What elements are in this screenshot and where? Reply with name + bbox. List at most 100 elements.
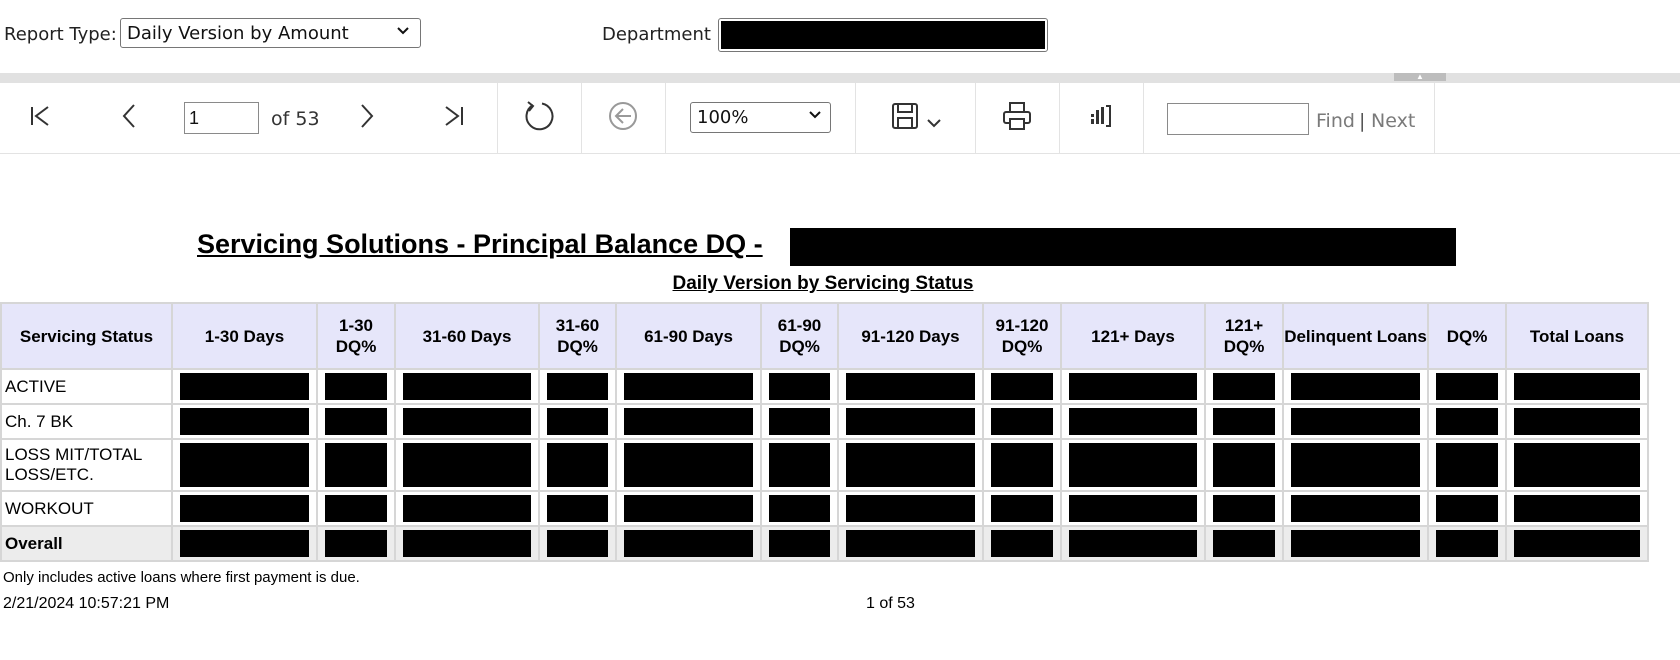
redacted-cell (171, 403, 318, 440)
redaction-block (1069, 443, 1197, 487)
chevron-down-icon (808, 108, 822, 126)
table-row: Overall (0, 525, 1649, 562)
redacted-cell (982, 438, 1062, 492)
redacted-cell (316, 438, 396, 492)
report-type-label: Report Type: (4, 24, 117, 45)
redacted-cell (1427, 490, 1507, 527)
redacted-cell (615, 403, 762, 440)
column-header: 61-90 DQ% (760, 302, 839, 370)
redaction-block (1069, 495, 1197, 522)
report-type-value: Daily Version by Amount (127, 23, 349, 44)
find-input[interactable] (1167, 103, 1309, 135)
redacted-cell (1505, 490, 1649, 527)
redaction-block (1213, 443, 1275, 487)
department-redaction (721, 21, 1045, 49)
redacted-cell (1060, 438, 1206, 492)
next-link[interactable]: Next (1371, 110, 1415, 132)
toolbar-divider (497, 83, 498, 153)
export-button[interactable] (884, 101, 948, 135)
redacted-cell (1204, 525, 1284, 562)
redaction-block (325, 408, 387, 435)
redaction-block (1291, 443, 1420, 487)
redaction-block (1514, 495, 1640, 522)
redaction-block (769, 495, 830, 522)
redaction-block (1069, 530, 1197, 557)
redacted-cell (615, 525, 762, 562)
redaction-block (325, 443, 387, 487)
last-page-button[interactable] (438, 101, 470, 135)
redaction-block (1213, 495, 1275, 522)
table-row: LOSS MIT/TOTAL LOSS/ETC. (0, 438, 1649, 492)
column-header: Servicing Status (0, 302, 173, 370)
parameter-splitter[interactable]: ▲ (0, 73, 1680, 83)
toolbar-divider (975, 83, 976, 153)
redacted-cell (394, 403, 540, 440)
page-number-input[interactable] (184, 102, 259, 134)
redacted-cell (171, 525, 318, 562)
back-to-parent-button[interactable] (606, 101, 640, 135)
redacted-cell (1505, 438, 1649, 492)
table-row: ACTIVE (0, 368, 1649, 405)
redacted-cell (1060, 368, 1206, 405)
redacted-cell (316, 490, 396, 527)
report-title: Servicing Solutions - Principal Balance … (197, 229, 763, 259)
power-bi-button[interactable] (1086, 101, 1116, 135)
redacted-cell (1204, 490, 1284, 527)
parameters-panel: Report Type: Daily Version by Amount Dep… (0, 0, 1680, 72)
collapse-grip-icon[interactable]: ▲ (1394, 73, 1446, 81)
first-page-button[interactable] (24, 101, 56, 135)
previous-page-button[interactable] (114, 101, 146, 135)
redaction-block (325, 495, 387, 522)
chevron-down-icon (926, 114, 942, 133)
redaction-block (1069, 408, 1197, 435)
redacted-cell (837, 490, 984, 527)
department-field[interactable] (718, 18, 1048, 52)
toolbar-divider (665, 83, 666, 153)
redacted-cell (1204, 403, 1284, 440)
redaction-block (1291, 408, 1420, 435)
redacted-cell (615, 490, 762, 527)
redacted-cell (538, 438, 617, 492)
redaction-block (1436, 443, 1498, 487)
redaction-block (769, 408, 830, 435)
redacted-cell (760, 525, 839, 562)
redacted-cell (837, 368, 984, 405)
column-header: Total Loans (1505, 302, 1649, 370)
status-cell: ACTIVE (0, 368, 173, 405)
first-page-icon (26, 102, 54, 134)
redaction-block (403, 373, 531, 400)
refresh-button[interactable] (520, 101, 558, 135)
redaction-block (991, 443, 1053, 487)
table-row: Ch. 7 BK (0, 403, 1649, 440)
redaction-block (403, 530, 531, 557)
find-link[interactable]: Find (1316, 110, 1355, 132)
redaction-block (991, 495, 1053, 522)
next-page-button[interactable] (350, 101, 382, 135)
redaction-block (1514, 443, 1640, 487)
redacted-cell (316, 368, 396, 405)
redaction-block (991, 408, 1053, 435)
redaction-block (624, 443, 753, 487)
redacted-cell (1204, 438, 1284, 492)
next-page-icon (352, 102, 380, 134)
redaction-block (325, 530, 387, 557)
redaction-block (769, 373, 830, 400)
redaction-block (1069, 373, 1197, 400)
redaction-block (991, 373, 1053, 400)
redacted-cell (171, 438, 318, 492)
redaction-block (624, 530, 753, 557)
redaction-block (1291, 530, 1420, 557)
redaction-block (1291, 373, 1420, 400)
column-header: 1-30 Days (171, 302, 318, 370)
redaction-block (1436, 530, 1498, 557)
print-button[interactable] (1000, 101, 1034, 135)
redacted-cell (837, 525, 984, 562)
table-row: WORKOUT (0, 490, 1649, 527)
zoom-select[interactable]: 100% (690, 102, 831, 133)
redaction-block (846, 443, 975, 487)
column-header: Delinquent Loans (1282, 302, 1429, 370)
report-timestamp: 2/21/2024 10:57:21 PM (3, 595, 170, 612)
redaction-block (1514, 408, 1640, 435)
report-type-select[interactable]: Daily Version by Amount (120, 18, 421, 48)
redaction-block (1213, 530, 1275, 557)
